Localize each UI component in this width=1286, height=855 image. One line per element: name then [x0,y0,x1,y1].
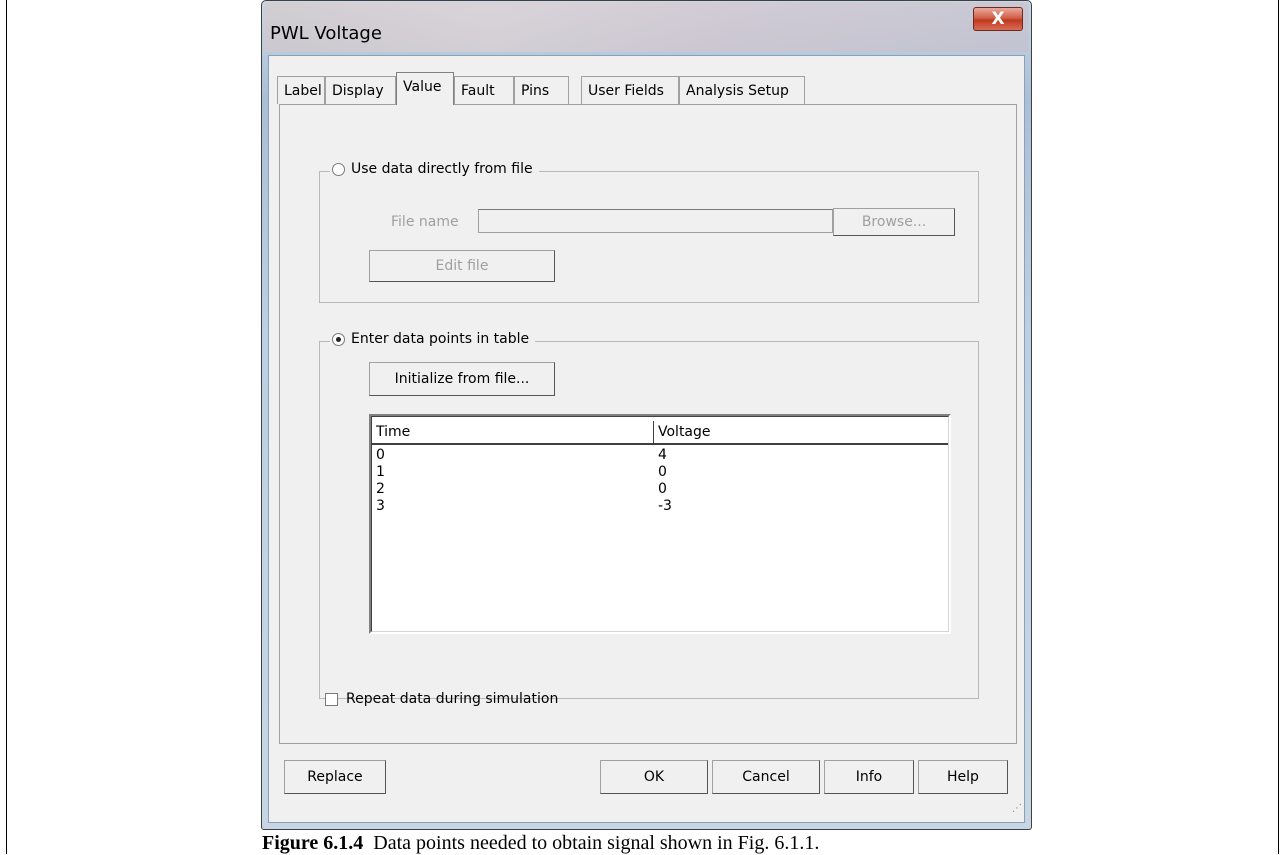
info-button[interactable]: Info [824,760,914,794]
data-points-table[interactable]: Time Voltage 0 4 1 0 2 0 3 -3 [369,414,951,634]
table-row[interactable]: 0 4 [372,447,948,464]
table-row[interactable]: 3 -3 [372,498,948,515]
tab-analysis-setup[interactable]: Analysis Setup [679,76,805,104]
tab-label[interactable]: Label [277,76,325,104]
dialog-title: PWL Voltage [270,23,382,44]
time-cell: 0 [376,447,385,463]
table-data-legend: Enter data points in table [330,331,536,347]
resize-grip-icon[interactable]: ⋰ [1008,804,1022,820]
caption-text: Data points needed to obtain signal show… [373,832,820,854]
browse-button[interactable]: Browse... [833,208,955,236]
time-cell: 2 [376,481,385,497]
voltage-cell: 0 [658,464,667,480]
edit-file-button[interactable]: Edit file [369,250,555,282]
repeat-data-label[interactable]: Repeat data during simulation [346,691,558,707]
use-file-radio[interactable] [332,162,345,176]
file-name-input[interactable] [478,209,833,233]
figure-caption: Figure 6.1.4 Data points needed to obtai… [262,832,819,855]
close-button[interactable]: X [973,7,1023,31]
tab-user-fields[interactable]: User Fields [581,76,679,104]
voltage-cell: -3 [658,498,672,514]
cancel-button[interactable]: Cancel [712,760,820,794]
figure-label: Figure 6.1.4 [262,832,364,854]
use-table-radio-label[interactable]: Enter data points in table [351,331,529,347]
file-data-group: Use data directly from file [319,161,979,303]
file-name-label: File name [391,214,459,230]
time-cell: 1 [376,464,385,480]
help-button[interactable]: Help [918,760,1008,794]
voltage-cell: 4 [658,447,667,463]
time-cell: 3 [376,498,385,514]
repeat-data-checkbox[interactable] [325,692,338,706]
column-header-voltage[interactable]: Voltage [654,421,944,443]
file-data-legend: Use data directly from file [330,161,539,177]
initialize-from-file-button[interactable]: Initialize from file... [369,362,555,396]
table-inner-border: Time Voltage 0 4 1 0 2 0 3 -3 [371,416,949,632]
tab-display[interactable]: Display [325,76,396,104]
column-header-time[interactable]: Time [372,421,654,443]
table-row[interactable]: 1 0 [372,464,948,481]
tab-fault[interactable]: Fault [454,76,514,104]
table-header: Time Voltage [372,421,948,445]
repeat-data-option[interactable]: Repeat data during simulation [325,691,558,707]
replace-button[interactable]: Replace [284,760,386,794]
pwl-voltage-dialog: PWL Voltage X Label Display Value Fault … [261,0,1032,830]
dialog-client-area: Label Display Value Fault Pins User Fiel… [268,55,1025,823]
tab-value[interactable]: Value [396,72,454,105]
table-row[interactable]: 2 0 [372,481,948,498]
voltage-cell: 0 [658,481,667,497]
panel-top-border [279,104,1017,105]
use-file-radio-label[interactable]: Use data directly from file [351,161,533,177]
ok-button[interactable]: OK [600,760,708,794]
use-table-radio[interactable] [332,332,345,346]
tab-pins[interactable]: Pins [514,76,569,104]
